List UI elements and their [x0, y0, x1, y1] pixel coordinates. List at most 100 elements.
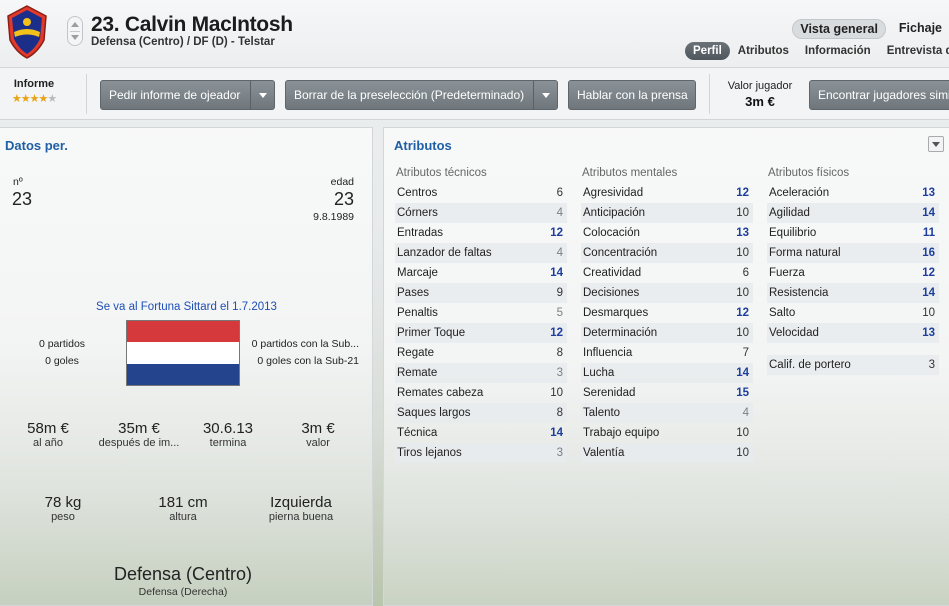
attribute-row[interactable]: Concentración 10 [581, 243, 753, 263]
attribute-name: Talento [583, 407, 621, 419]
club-crest-icon[interactable] [4, 4, 50, 60]
u21-goals: 0 goles con la Sub-21 [257, 355, 359, 367]
attribute-row[interactable]: Penaltis 5 [395, 303, 567, 323]
attribute-row[interactable]: Córners 4 [395, 203, 567, 223]
attribute-value: 11 [922, 227, 935, 239]
subtab-informacion[interactable]: Información [797, 42, 879, 60]
attribute-row[interactable]: Forma natural 16 [767, 243, 939, 263]
panel-menu-chevron-down-icon[interactable] [928, 136, 944, 152]
attribute-row[interactable]: Resistencia 14 [767, 283, 939, 303]
attribute-row[interactable]: Valentía 10 [581, 443, 753, 463]
attribute-row[interactable]: Lanzador de faltas 4 [395, 243, 567, 263]
attribute-row[interactable]: Desmarques 12 [581, 303, 753, 323]
attribute-row[interactable]: Fuerza 12 [767, 263, 939, 283]
attribute-value: 12 [922, 267, 935, 279]
arrow-down-icon[interactable] [71, 35, 79, 40]
attribute-value: 5 [556, 307, 563, 319]
attribute-value: 13 [736, 227, 749, 239]
goalkeeper-rating-row[interactable]: Calif. de portero 3 [767, 355, 939, 375]
report-rating[interactable]: Informe ★★★★★ [0, 78, 68, 105]
attribute-row[interactable]: Remates cabeza 10 [395, 383, 567, 403]
chevron-down-icon[interactable] [533, 81, 557, 109]
attribute-row[interactable]: Regate 8 [395, 343, 567, 363]
arrow-up-icon[interactable] [71, 22, 79, 27]
nationality-flag-icon[interactable] [126, 320, 240, 386]
attribute-row[interactable]: Aceleración 13 [767, 183, 939, 203]
weight-stat: 78 kg peso [13, 494, 113, 523]
shortlist-label: Borrar de la preselección (Predeterminad… [294, 88, 525, 102]
attribute-row[interactable]: Salto 10 [767, 303, 939, 323]
attribute-row[interactable]: Centros 6 [395, 183, 567, 203]
attribute-row[interactable]: Entradas 12 [395, 223, 567, 243]
subtab-entrevista[interactable]: Entrevista de [879, 42, 949, 60]
attribute-name: Equilibrio [769, 227, 817, 239]
attribute-name: Remates cabeza [397, 387, 484, 399]
attribute-list: Agresividad 12 Anticipación 10 Colocación 13 C… [581, 183, 753, 463]
attribute-row[interactable]: Colocación 13 [581, 223, 753, 243]
attribute-row[interactable]: Remate 3 [395, 363, 567, 383]
attribute-name: Agresividad [583, 187, 644, 199]
player-nav-arrows[interactable] [67, 16, 83, 46]
position-main: Defensa (Centro) [113, 564, 253, 584]
attribute-row[interactable]: Marcaje 14 [395, 263, 567, 283]
attribute-row[interactable]: Velocidad 13 [767, 323, 939, 343]
attribute-row[interactable]: Agresividad 12 [581, 183, 753, 203]
attribute-name: Determinación [583, 327, 658, 339]
divider [86, 74, 87, 114]
foot-label: pierna buena [268, 511, 334, 523]
height-label: altura [169, 511, 197, 523]
transfer-note[interactable]: Se va al Fortuna Sittard el 1.7.2013 [0, 301, 373, 313]
find-similar-button[interactable]: Encontrar jugadores similares [809, 80, 949, 110]
personal-data-panel: Datos per. nº 23 edad 23 9.8.1989 Se va … [0, 127, 373, 606]
press-button[interactable]: Hablar con la prensa [568, 80, 696, 110]
attribute-value: 4 [742, 407, 749, 419]
technical-attributes: Atributos técnicos Centros 6 Córners 4 Entra… [395, 167, 567, 463]
attribute-row[interactable]: Técnica 14 [395, 423, 567, 443]
attribute-row[interactable]: Trabajo equipo 10 [581, 423, 753, 443]
shortlist-button[interactable]: Borrar de la preselección (Predeterminad… [285, 80, 558, 110]
attribute-name: Fuerza [769, 267, 805, 279]
attribute-row[interactable]: Equilibrio 11 [767, 223, 939, 243]
chevron-down-icon[interactable] [250, 81, 274, 109]
attribute-name: Penaltis [397, 307, 438, 319]
market-value-label: valor [306, 437, 330, 449]
attribute-row[interactable]: Primer Toque 12 [395, 323, 567, 343]
attribute-row[interactable]: Tiros lejanos 3 [395, 443, 567, 463]
contract-end-stat: 30.6.13 termina [178, 420, 278, 449]
star-rating: ★★★★★ [0, 92, 68, 105]
attribute-value: 13 [922, 187, 935, 199]
player-header: 23. Calvin MacIntosh Defensa (Centro) / … [0, 0, 949, 68]
attribute-row[interactable]: Influencia 7 [581, 343, 753, 363]
attribute-value: 10 [736, 447, 749, 459]
wage-stat: 58m € al año [0, 420, 98, 449]
attribute-row[interactable]: Saques largos 8 [395, 403, 567, 423]
tab-vista-general[interactable]: Vista general [792, 19, 886, 39]
attribute-name: Concentración [583, 247, 658, 259]
matches-count: 0 partidos [38, 338, 86, 350]
attribute-row[interactable]: Decisiones 10 [581, 283, 753, 303]
attribute-name: Técnica [397, 427, 438, 439]
attribute-row[interactable]: Pases 9 [395, 283, 567, 303]
attribute-row[interactable]: Agilidad 14 [767, 203, 939, 223]
attribute-name: Creatividad [583, 267, 642, 279]
star-icon: ★ [11, 93, 22, 105]
attribute-value: 4 [556, 247, 563, 259]
attribute-name: Remate [397, 367, 438, 379]
attribute-value: 10 [736, 327, 749, 339]
scout-report-button[interactable]: Pedir informe de ojeador [100, 80, 275, 110]
attribute-row[interactable]: Serenidad 15 [581, 383, 753, 403]
attribute-name: Tiros lejanos [397, 447, 462, 459]
attribute-row[interactable]: Anticipación 10 [581, 203, 753, 223]
subtab-atributos[interactable]: Atributos [730, 42, 797, 60]
attribute-row[interactable]: Determinación 10 [581, 323, 753, 343]
subtab-perfil[interactable]: Perfil [685, 42, 730, 60]
attribute-name: Primer Toque [397, 327, 466, 339]
attribute-row[interactable]: Lucha 14 [581, 363, 753, 383]
release-clause-value: 35m € [118, 420, 160, 437]
attribute-value: 9 [556, 287, 563, 299]
tab-fichaje[interactable]: Fichaje [892, 19, 949, 39]
attribute-row[interactable]: Talento 4 [581, 403, 753, 423]
wage-value: 58m € [27, 420, 69, 437]
foot-stat: Izquierda pierna buena [251, 494, 351, 523]
attribute-row[interactable]: Creatividad 6 [581, 263, 753, 283]
